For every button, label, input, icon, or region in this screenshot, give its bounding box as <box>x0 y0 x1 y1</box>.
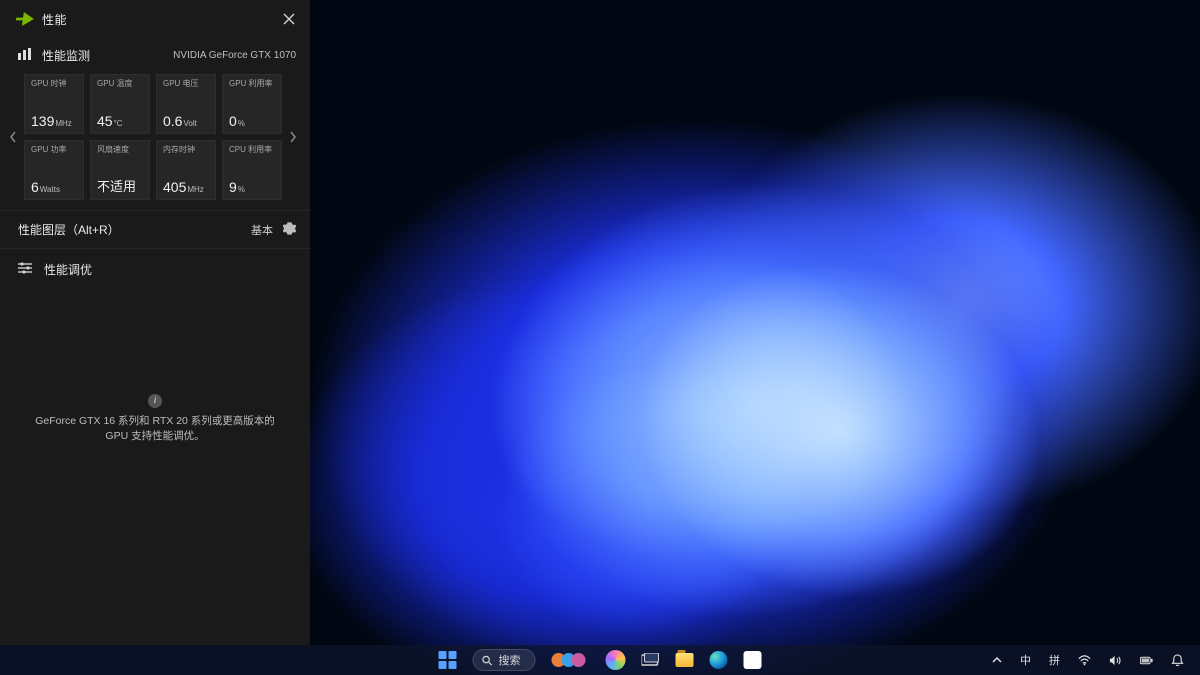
task-view-button[interactable] <box>638 648 664 672</box>
task-view-icon <box>642 653 660 667</box>
close-icon <box>283 13 295 25</box>
carousel-prev-button[interactable] <box>4 107 22 167</box>
wifi-button[interactable] <box>1074 648 1095 672</box>
taskbar: 搜索 中 拼 <box>0 645 1200 675</box>
nvidia-overlay-panel: 性能 性能监测 NVIDIA GeForce GTX 1070 GPU 时钟 13… <box>0 0 310 645</box>
battery-button[interactable] <box>1136 648 1157 672</box>
info-icon: i <box>148 394 162 408</box>
notifications-button[interactable] <box>1167 648 1188 672</box>
folder-icon <box>676 653 694 667</box>
panel-title: 性能 <box>42 11 67 28</box>
stat-tile-label: 风扇速度 <box>97 146 145 155</box>
carousel-next-button[interactable] <box>284 107 302 167</box>
copilot-button[interactable] <box>602 648 630 672</box>
widgets-button[interactable] <box>548 650 594 670</box>
stat-tile[interactable]: GPU 温度 45°C <box>90 74 150 134</box>
overlay-layer-label: 性能图层（Alt+R） <box>18 221 120 238</box>
taskbar-center-group: 搜索 <box>435 648 766 672</box>
tray-overflow-button[interactable] <box>988 648 1006 672</box>
overlay-settings-button[interactable] <box>283 222 296 238</box>
tuning-row[interactable]: 性能调优 <box>0 249 310 290</box>
tuning-unsupported-info: i GeForce GTX 16 系列和 RTX 20 系列或更高版本的 GPU… <box>0 383 310 645</box>
taskbar-search[interactable]: 搜索 <box>469 648 540 672</box>
windows-logo-icon <box>439 651 457 669</box>
stat-tile-label: CPU 利用率 <box>229 146 277 155</box>
stat-tile[interactable]: 内存时钟 405MHz <box>156 140 216 200</box>
stat-tile-value: 0.6Volt <box>163 113 211 129</box>
stat-tile-value: 45°C <box>97 113 145 129</box>
stat-tile[interactable]: 风扇速度不适用 <box>90 140 150 200</box>
stat-tile-value: 9% <box>229 179 277 195</box>
monitor-label: 性能监测 <box>42 47 90 64</box>
bar-chart-icon <box>18 48 32 63</box>
chevron-up-icon <box>992 655 1002 665</box>
stat-tile-value: 6Watts <box>31 179 79 195</box>
stat-tile-value: 不适用 <box>97 180 145 195</box>
stat-tile-label: GPU 功率 <box>31 146 79 155</box>
stat-tile-value: 0% <box>229 113 277 129</box>
info-text: GeForce GTX 16 系列和 RTX 20 系列或更高版本的 GPU 支… <box>28 414 282 446</box>
stat-tile-label: 内存时钟 <box>163 146 211 155</box>
nvidia-logo-icon <box>15 12 35 26</box>
close-button[interactable] <box>278 8 300 30</box>
overlay-layer-row: 性能图层（Alt+R） 基本 <box>0 210 310 249</box>
gpu-name: NVIDIA GeForce GTX 1070 <box>173 50 296 61</box>
search-icon <box>482 655 493 666</box>
stat-tile-label: GPU 利用率 <box>229 80 277 89</box>
volume-button[interactable] <box>1105 648 1126 672</box>
stat-tile[interactable]: GPU 电压 0.6Volt <box>156 74 216 134</box>
microsoft-store-button[interactable] <box>740 648 766 672</box>
ime-mode-button[interactable]: 拼 <box>1045 648 1064 672</box>
chevron-right-icon <box>289 131 297 143</box>
stat-tile-label: GPU 温度 <box>97 80 145 89</box>
stat-tile-label: GPU 电压 <box>163 80 211 89</box>
system-tray: 中 拼 <box>988 648 1200 672</box>
stats-tile-grid: GPU 时钟 139MHz GPU 温度 45°C GPU 电压 0.6Volt GPU 利… <box>22 74 284 200</box>
stat-tile[interactable]: GPU 时钟 139MHz <box>24 74 84 134</box>
edge-icon <box>710 651 728 669</box>
panel-titlebar: 性能 <box>0 0 310 37</box>
stats-carousel: GPU 时钟 139MHz GPU 温度 45°C GPU 电压 0.6Volt GPU 利… <box>0 70 310 204</box>
stat-tile-value: 405MHz <box>163 179 211 195</box>
battery-icon <box>1140 654 1153 667</box>
overlay-mode-toggle[interactable]: 基本 <box>251 222 273 238</box>
store-icon <box>744 651 762 669</box>
tuning-label: 性能调优 <box>44 261 92 278</box>
search-placeholder: 搜索 <box>499 652 521 668</box>
start-button[interactable] <box>435 648 461 672</box>
widgets-icon <box>556 653 586 667</box>
gear-icon <box>283 222 296 235</box>
file-explorer-button[interactable] <box>672 648 698 672</box>
sliders-icon <box>18 262 32 277</box>
wifi-icon <box>1078 654 1091 667</box>
edge-button[interactable] <box>706 648 732 672</box>
ime-language-button[interactable]: 中 <box>1016 648 1035 672</box>
stat-tile-value: 139MHz <box>31 113 79 129</box>
stat-tile[interactable]: GPU 功率 6Watts <box>24 140 84 200</box>
monitor-header-row: 性能监测 NVIDIA GeForce GTX 1070 <box>0 37 310 70</box>
bell-icon <box>1171 654 1184 667</box>
copilot-icon <box>606 650 626 670</box>
stat-tile[interactable]: GPU 利用率 0% <box>222 74 282 134</box>
stat-tile[interactable]: CPU 利用率 9% <box>222 140 282 200</box>
chevron-left-icon <box>9 131 17 143</box>
stat-tile-label: GPU 时钟 <box>31 80 79 89</box>
speaker-icon <box>1109 654 1122 667</box>
